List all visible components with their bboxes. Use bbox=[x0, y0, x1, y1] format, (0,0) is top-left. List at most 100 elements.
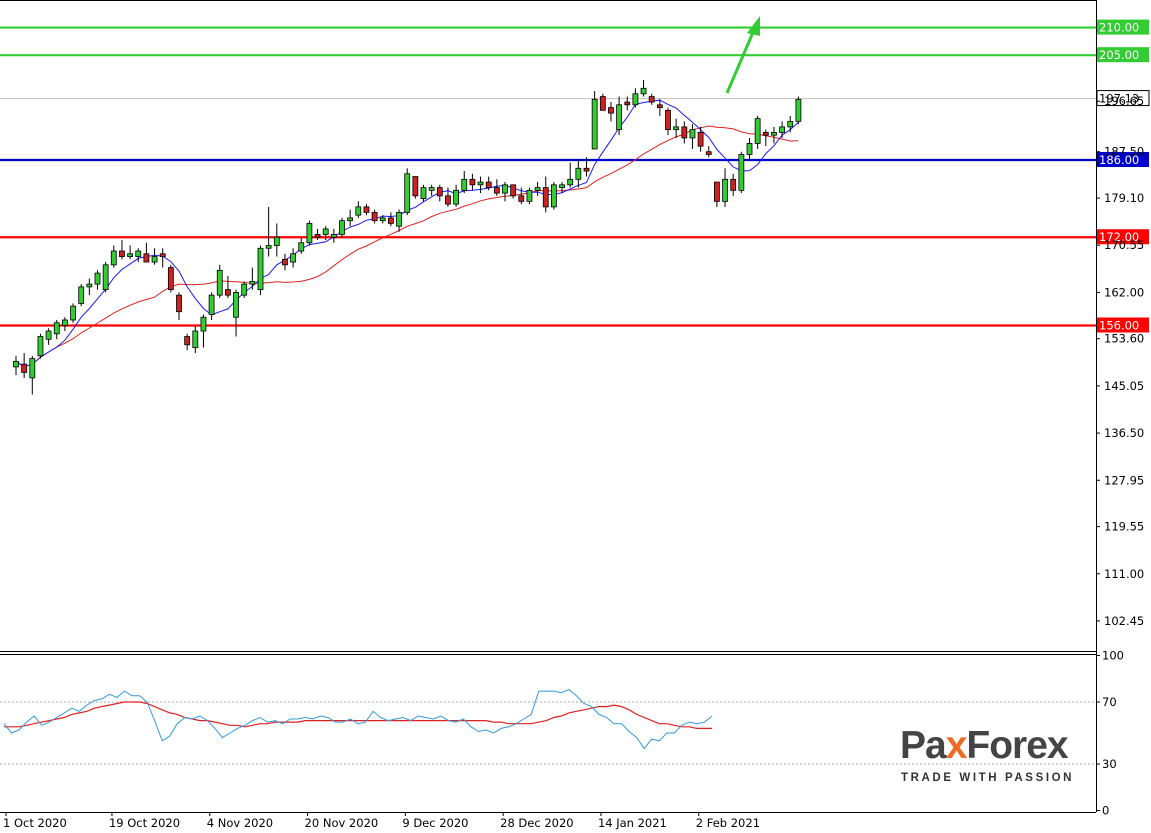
candle bbox=[714, 181, 720, 207]
candle-body bbox=[53, 322, 60, 335]
candle bbox=[453, 184, 460, 207]
candle-body bbox=[575, 167, 582, 180]
candle-body bbox=[583, 167, 590, 172]
candle bbox=[738, 151, 745, 194]
candle bbox=[347, 209, 354, 227]
candle-body bbox=[167, 267, 174, 291]
price-tick-label: 136.50 bbox=[1104, 426, 1144, 440]
candle bbox=[436, 184, 443, 202]
candle-body bbox=[13, 360, 19, 368]
candle bbox=[599, 93, 606, 111]
candle-body bbox=[241, 283, 248, 296]
time-tick-label: 20 Nov 2020 bbox=[305, 816, 379, 830]
price-tick-label: 196.65 bbox=[1104, 94, 1144, 108]
candle-body bbox=[722, 178, 728, 202]
candle bbox=[445, 187, 451, 207]
candle bbox=[330, 228, 337, 243]
candle-body bbox=[330, 234, 337, 238]
candle-body bbox=[339, 220, 345, 235]
candle bbox=[640, 79, 647, 97]
candle bbox=[722, 168, 728, 207]
candle bbox=[355, 201, 362, 218]
candle bbox=[70, 303, 76, 323]
paxforex-logo: PaxForex TRADE WITH PASSION bbox=[896, 722, 1076, 792]
candle-body bbox=[502, 184, 508, 194]
candle-body bbox=[445, 195, 451, 205]
time-tick-label: 4 Nov 2020 bbox=[207, 816, 273, 830]
candle bbox=[591, 91, 598, 150]
candle-body bbox=[224, 289, 231, 296]
candle bbox=[208, 292, 215, 320]
candle bbox=[143, 242, 150, 263]
candle-body bbox=[697, 132, 704, 147]
candle bbox=[53, 319, 60, 340]
candle-body bbox=[78, 286, 85, 304]
candle-body bbox=[21, 363, 28, 373]
candle bbox=[673, 118, 680, 138]
level-label: 210.00 bbox=[1099, 21, 1139, 35]
candle bbox=[290, 248, 297, 268]
moving-averages bbox=[15, 99, 799, 368]
candle-body bbox=[159, 253, 166, 257]
candle-body bbox=[567, 178, 574, 186]
candle-body bbox=[37, 336, 44, 357]
candle-body bbox=[192, 330, 199, 348]
level-label: 205.00 bbox=[1099, 48, 1139, 62]
candle bbox=[526, 187, 533, 205]
candle-body bbox=[510, 184, 517, 197]
candle-body bbox=[795, 98, 802, 122]
candle bbox=[632, 88, 639, 108]
candle-body bbox=[591, 98, 598, 150]
candle-body bbox=[298, 242, 305, 252]
candle-body bbox=[314, 234, 321, 238]
candle-body bbox=[616, 104, 622, 131]
candle bbox=[469, 173, 476, 191]
candle-body bbox=[62, 319, 68, 326]
candle-body bbox=[29, 358, 36, 379]
candle-body bbox=[779, 126, 785, 133]
osc-tick-label: 70 bbox=[1102, 695, 1117, 709]
candle-body bbox=[200, 316, 207, 332]
candle-body bbox=[762, 132, 769, 136]
candle bbox=[746, 137, 753, 160]
candle bbox=[167, 264, 174, 293]
candle bbox=[233, 289, 239, 337]
time-tick-label: 19 Oct 2020 bbox=[109, 816, 180, 830]
candle bbox=[705, 146, 712, 158]
candle-body bbox=[184, 336, 191, 346]
candle bbox=[567, 162, 574, 188]
price-tick-label: 119.55 bbox=[1104, 520, 1144, 534]
candle-body bbox=[257, 247, 264, 291]
candle-body bbox=[265, 245, 272, 249]
candle bbox=[314, 228, 321, 240]
candle-body bbox=[420, 187, 427, 200]
candle bbox=[575, 159, 582, 188]
candle bbox=[37, 333, 44, 359]
candle-body bbox=[371, 212, 378, 222]
candle bbox=[102, 262, 109, 293]
candle-body bbox=[216, 269, 223, 296]
candle bbox=[551, 182, 557, 210]
candle bbox=[241, 281, 248, 298]
candle-body bbox=[787, 120, 794, 128]
time-tick-label: 9 Dec 2020 bbox=[402, 816, 468, 830]
candle-body bbox=[412, 176, 419, 197]
candle bbox=[94, 270, 101, 290]
candle-body bbox=[86, 283, 93, 288]
candle bbox=[412, 176, 419, 199]
candle-body bbox=[477, 181, 484, 186]
candle bbox=[542, 176, 549, 213]
candle-body bbox=[551, 184, 557, 208]
candle-body bbox=[282, 258, 288, 266]
candle-body bbox=[599, 96, 606, 111]
candle-body bbox=[624, 101, 631, 106]
candle-body bbox=[379, 217, 386, 222]
candle-body bbox=[754, 118, 761, 144]
price-tick-label: 187.50 bbox=[1104, 145, 1144, 159]
slow-ma-line bbox=[15, 125, 799, 368]
candle-body bbox=[681, 126, 688, 139]
candle-body bbox=[534, 187, 541, 191]
candle bbox=[45, 328, 52, 345]
candle-body bbox=[665, 109, 671, 131]
logo-tagline: TRADE WITH PASSION bbox=[901, 772, 1075, 784]
